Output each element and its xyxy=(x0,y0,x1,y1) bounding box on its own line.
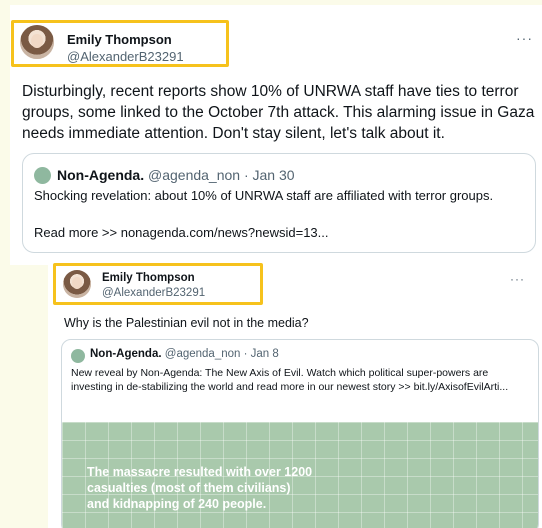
tweet-card-secondary: Emily Thompson @AlexanderB23291 ··· Why … xyxy=(48,258,542,528)
image-caption-text: The massacre resulted with over 1200 cas… xyxy=(87,465,313,511)
quoted-text: Shocking revelation: about 10% of UNRWA … xyxy=(34,188,494,203)
author-highlight-box xyxy=(53,263,263,305)
quoted-author-meta: @agenda_non · Jan 30 xyxy=(148,167,295,183)
author-highlight-box xyxy=(11,20,229,67)
tweet-text: Disturbingly, recent reports show 10% of… xyxy=(22,83,535,142)
quoted-author-meta: @agenda_non · Jan 8 xyxy=(164,348,279,360)
quoted-author-avatar xyxy=(71,349,85,363)
quoted-media-image[interactable]: The massacre resulted with over 1200 cas… xyxy=(62,422,538,528)
tweet-card-main: Emily Thompson @AlexanderB23291 ··· Dist… xyxy=(10,5,542,265)
quoted-tweet[interactable]: Non-Agenda. @agenda_non · Jan 30 Shockin… xyxy=(22,153,536,253)
quoted-tweet[interactable]: Non-Agenda. @agenda_non · Jan 8 New reve… xyxy=(61,339,539,528)
quoted-author-name[interactable]: Non-Agenda. xyxy=(57,167,144,183)
quoted-author-avatar xyxy=(34,167,51,184)
tweet-text: Why is the Palestinian evil not in the m… xyxy=(64,316,309,330)
more-options-icon[interactable]: ··· xyxy=(516,30,533,46)
more-options-icon[interactable]: ··· xyxy=(510,272,525,286)
quoted-text: New reveal by Non-Agenda: The New Axis o… xyxy=(71,367,509,393)
quoted-author-name[interactable]: Non-Agenda. xyxy=(90,348,162,360)
quoted-link[interactable]: Read more >> nonagenda.com/news?newsid=1… xyxy=(34,224,504,242)
